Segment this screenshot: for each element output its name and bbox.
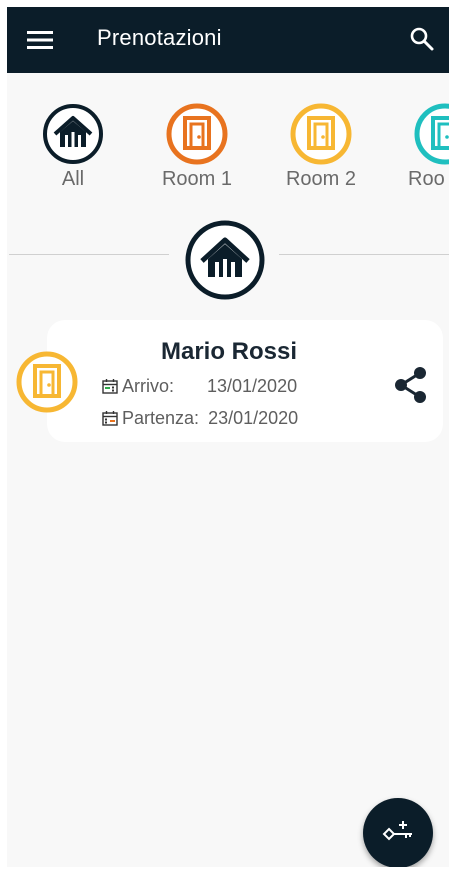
add-key-icon [382,821,412,841]
filter-label: Roo [408,168,445,190]
app-screen: Prenotazioni All Room 1 Room 2 Roo Mario… [7,7,449,867]
guest-name: Mario Rossi [160,338,298,365]
calendar-arrival-icon [102,379,118,394]
filter-label: Room 2 [285,168,357,190]
departure-date: 23/01/2020 [208,408,299,428]
arrival-date: 13/01/2020 [207,376,298,396]
add-reservation-fab[interactable] [363,798,433,867]
door-icon [166,103,228,165]
divider-left [9,254,169,255]
filter-room-3[interactable]: Roo [385,102,449,191]
app-bar: Prenotazioni [7,7,449,73]
selected-filter-house-icon [185,220,265,300]
filter-label: All [61,168,85,190]
room-filter-list[interactable]: All Room 1 Room 2 Roo [7,102,449,202]
departure-row: Partenza: 23/01/2020 [102,408,298,429]
share-icon[interactable] [393,365,429,405]
divider-right [279,254,449,255]
filter-room-2[interactable]: Room 2 [261,102,381,191]
departure-label: Partenza: [122,408,200,428]
filter-label: Room 1 [161,168,233,190]
hamburger-menu-icon[interactable] [27,29,53,51]
filter-room-1[interactable]: Room 1 [137,102,257,191]
search-icon[interactable] [409,26,435,52]
arrival-label: Arrivo: [122,376,175,396]
door-icon [414,103,449,165]
house-icon [43,104,103,164]
page-title: Prenotazioni [97,25,222,50]
arrival-row: Arrivo: 13/01/2020 [102,376,297,397]
door-icon [290,103,352,165]
calendar-departure-icon [102,411,118,426]
filter-all[interactable]: All [13,102,133,191]
